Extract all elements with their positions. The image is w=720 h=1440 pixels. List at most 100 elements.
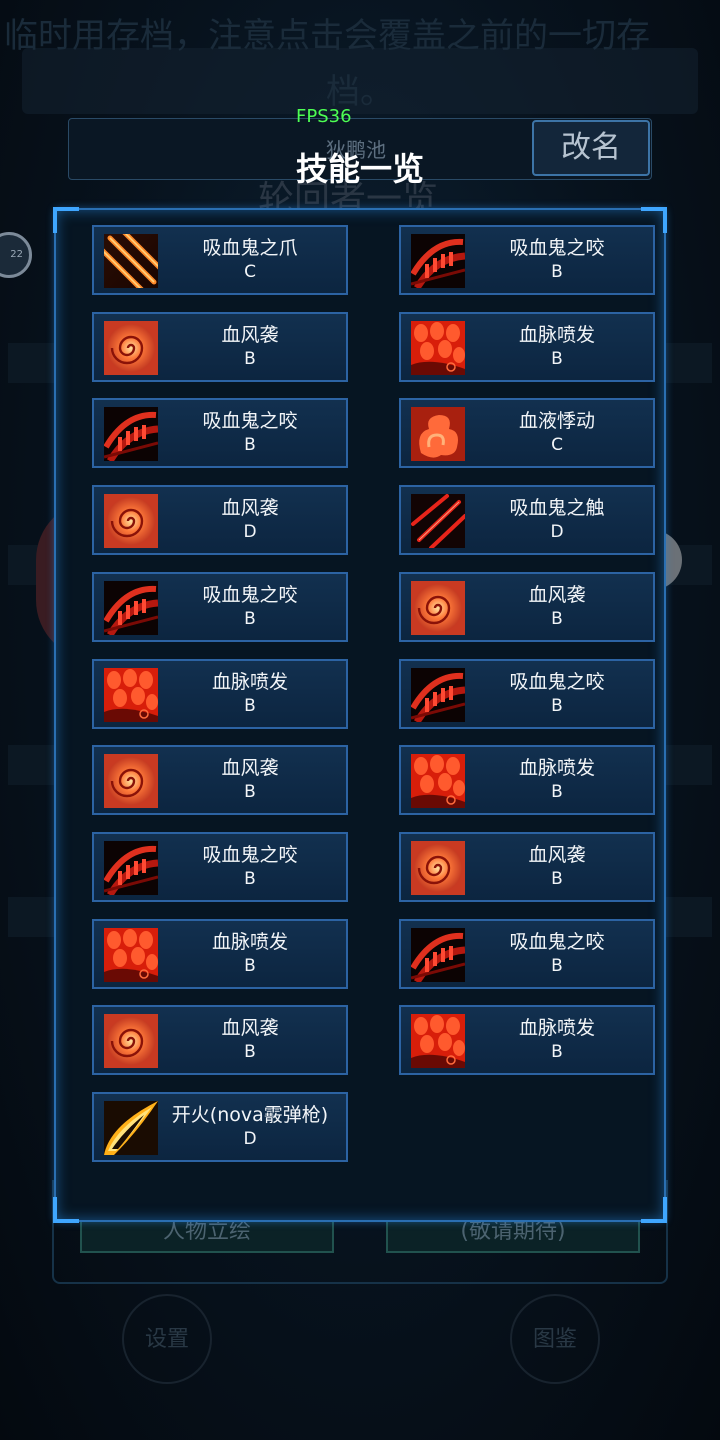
blood-burst-icon: [411, 1014, 465, 1069]
panel-corner: [53, 207, 79, 233]
save-notice: 临时用存档，注意点击会覆盖之前的一切存 档。: [0, 0, 720, 120]
skill-card[interactable]: 血风袭 B: [399, 831, 655, 902]
skill-name: 血风袭: [221, 323, 279, 346]
skill-card[interactable]: 吸血鬼之咬 B: [92, 398, 348, 469]
skill-card[interactable]: 血脉喷发 B: [92, 658, 348, 729]
game-screen: 临时用存档，注意点击会覆盖之前的一切存 档。 轮回者一览 22 人物立绘 (敬请…: [0, 0, 720, 1440]
skill-text: 血风袭 B: [158, 1015, 342, 1063]
skill-name: 吸血鬼之咬: [509, 670, 605, 693]
skill-card[interactable]: 血风袭 B: [92, 745, 348, 816]
skill-name: 吸血鬼之触: [509, 497, 605, 520]
claw-icon: [104, 234, 158, 288]
skill-grade: C: [551, 435, 563, 456]
skill-text: 吸血鬼之咬 B: [158, 408, 342, 456]
skill-grade: B: [244, 955, 256, 976]
skill-text: 血风袭 B: [158, 755, 342, 803]
skill-text: 血风袭 D: [158, 495, 342, 543]
blood-pulse-icon: [411, 407, 465, 462]
skill-grade: B: [244, 435, 256, 456]
blood-swirl-icon: [104, 494, 158, 549]
skill-name: 血风袭: [221, 497, 279, 520]
blood-burst-icon: [411, 754, 465, 809]
skill-card[interactable]: 血风袭 D: [92, 485, 348, 556]
skill-grade: D: [243, 1129, 257, 1149]
skill-grade: B: [244, 695, 256, 716]
skill-card[interactable]: 吸血鬼之咬 B: [92, 571, 348, 642]
skill-text: 血风袭 B: [465, 842, 649, 890]
blood-swirl-icon: [104, 320, 158, 375]
skill-name: 血风袭: [221, 1017, 279, 1040]
skill-text: 吸血鬼之爪 C: [158, 235, 342, 283]
skill-card[interactable]: 吸血鬼之咬 B: [399, 225, 655, 295]
skill-name: 血风袭: [528, 843, 586, 866]
blood-swirl-icon: [104, 1014, 158, 1069]
skill-name: 血液悸动: [518, 410, 595, 433]
skill-card[interactable]: 吸血鬼之触 D: [399, 485, 655, 556]
side-badge: 22: [0, 232, 32, 278]
skill-card[interactable]: 吸血鬼之咬 B: [399, 918, 655, 989]
skill-name: 吸血鬼之爪: [202, 237, 298, 259]
bite-icon: [104, 407, 158, 462]
skill-grade: B: [551, 955, 563, 976]
skill-list-panel: 吸血鬼之爪 C 吸血鬼之咬 B 血风袭 B 血脉喷发 B 吸血鬼之咬 B 血液悸动 C 血风袭 D 吸血鬼之…: [53, 207, 667, 1223]
skill-text: 吸血鬼之咬 B: [465, 669, 649, 717]
skill-grade: B: [551, 1042, 563, 1063]
skill-card[interactable]: 血风袭 B: [399, 571, 655, 642]
skill-grade: D: [243, 522, 257, 543]
skill-name: 血脉喷发: [211, 930, 288, 953]
skill-text: 吸血鬼之咬 B: [465, 235, 649, 283]
skill-grade: B: [551, 608, 563, 629]
skill-grade: B: [551, 262, 563, 282]
bite-icon: [411, 927, 465, 982]
bite-icon: [104, 840, 158, 895]
skill-card[interactable]: 吸血鬼之爪 C: [92, 225, 348, 295]
skill-name: 血风袭: [221, 757, 279, 780]
skill-name: 开火(nova霰弹枪): [171, 1104, 329, 1126]
bite-icon: [104, 580, 158, 635]
codex-button: 图鉴: [510, 1294, 600, 1384]
skill-grade: B: [244, 868, 256, 889]
skill-text: 血脉喷发 B: [158, 669, 342, 717]
skill-text: 血脉喷发 B: [465, 322, 649, 370]
skill-text: 血液悸动 C: [465, 408, 649, 456]
blood-swirl-icon: [104, 754, 158, 809]
skill-name: 血风袭: [528, 583, 586, 606]
panel-title: 技能一览: [295, 150, 424, 188]
skill-card[interactable]: 血脉喷发 B: [92, 918, 348, 989]
skill-name: 吸血鬼之咬: [509, 237, 605, 259]
skill-name: 吸血鬼之咬: [202, 410, 298, 433]
skill-card[interactable]: 血脉喷发 B: [399, 311, 655, 382]
blood-swirl-icon: [411, 840, 465, 895]
blood-swirl-icon: [411, 580, 465, 635]
skill-card[interactable]: 吸血鬼之咬 B: [399, 658, 655, 729]
skill-card[interactable]: 血脉喷发 B: [399, 1005, 655, 1076]
skill-name: 血脉喷发: [211, 670, 288, 693]
skill-card[interactable]: 开火(nova霰弹枪) D: [92, 1092, 348, 1162]
skill-card[interactable]: 血液悸动 C: [399, 398, 655, 469]
bite-icon: [411, 234, 465, 288]
skill-grade: D: [550, 522, 564, 543]
skill-text: 吸血鬼之咬 B: [158, 842, 342, 890]
skill-grade: B: [551, 868, 563, 889]
panel-corner: [641, 1197, 667, 1223]
skill-name: 吸血鬼之咬: [202, 843, 298, 866]
skill-card[interactable]: 血脉喷发 B: [399, 745, 655, 816]
skill-text: 血脉喷发 B: [465, 1015, 649, 1063]
skill-text: 开火(nova霰弹枪) D: [158, 1102, 342, 1150]
blood-burst-icon: [411, 320, 465, 375]
blood-burst-icon: [104, 927, 158, 982]
skill-name: 吸血鬼之咬: [509, 930, 605, 953]
skill-card[interactable]: 吸血鬼之咬 B: [92, 831, 348, 902]
skill-text: 吸血鬼之触 D: [465, 495, 649, 543]
save-notice-line2: 档。: [326, 72, 394, 112]
skill-grade: B: [244, 1042, 256, 1063]
fps-counter: FPS36: [296, 106, 352, 127]
fire-shot-icon: [104, 1101, 158, 1155]
skill-text: 吸血鬼之咬 B: [465, 929, 649, 977]
skill-text: 血脉喷发 B: [158, 929, 342, 977]
skill-grade: B: [551, 782, 563, 803]
blood-burst-icon: [104, 667, 158, 722]
skill-grade: B: [244, 608, 256, 629]
skill-card[interactable]: 血风袭 B: [92, 311, 348, 382]
skill-card[interactable]: 血风袭 B: [92, 1005, 348, 1076]
